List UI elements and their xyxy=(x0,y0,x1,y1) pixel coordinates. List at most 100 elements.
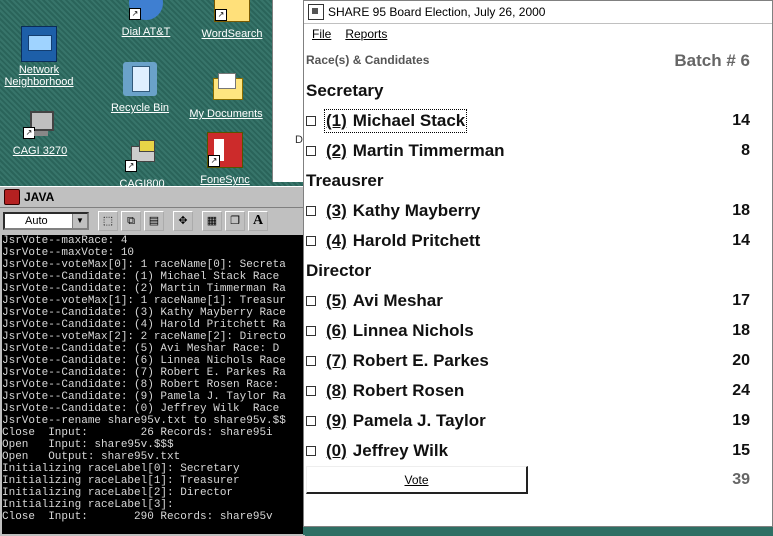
console-line: Initializing raceLabel[1]: Treasurer xyxy=(2,475,240,487)
console-line: JsrVote--voteMax[0]: 1 raceName[0]: Secr… xyxy=(2,259,286,271)
paste-icon[interactable]: ▤ xyxy=(144,211,164,231)
icon-label: WordSearch xyxy=(201,28,263,40)
console-line: JsrVote--Candidate: (5) Avi Meshar Race:… xyxy=(2,343,280,355)
menu-file[interactable]: File xyxy=(312,27,331,41)
candidate-name: Jeffrey Wilk xyxy=(352,441,449,460)
chevron-down-icon[interactable]: ▼ xyxy=(72,214,87,228)
console-line: JsrVote--Candidate: (4) Harold Pritchett… xyxy=(2,319,286,331)
desktop-icon-dial-att[interactable]: ↗ Dial AT&T xyxy=(104,0,188,40)
candidate-number: (4) xyxy=(326,231,347,250)
java-titlebar[interactable]: JAVA xyxy=(0,187,305,207)
checkbox-icon[interactable] xyxy=(306,296,316,306)
candidate-count: 19 xyxy=(732,412,750,429)
candidate-count: 8 xyxy=(741,142,750,159)
candidate-name: Kathy Mayberry xyxy=(352,201,481,220)
wordsearch-icon: ↗ xyxy=(214,0,250,22)
candidate-number: (0) xyxy=(326,441,347,460)
copy-icon[interactable]: ⧉ xyxy=(121,211,141,231)
recycle-bin-icon xyxy=(123,62,157,96)
candidate-count: 15 xyxy=(732,442,750,459)
icon-label: CAGI 3270 xyxy=(12,145,68,157)
desktop-icon-my-documents[interactable]: My Documents xyxy=(184,68,268,122)
console-line: Close Input: 290 Records: share95v xyxy=(2,511,273,523)
console-line: JsrVote--Candidate: (9) Pamela J. Taylor… xyxy=(2,391,286,403)
checkbox-icon[interactable] xyxy=(306,386,316,396)
checkbox-icon[interactable] xyxy=(306,116,316,126)
menu-bar: File Reports xyxy=(304,24,772,44)
candidate-checkbox[interactable]: (6) Linnea Nichols xyxy=(306,319,474,343)
console-output[interactable]: JsrVote--maxRace: 4 JsrVote--maxVote: 10 J… xyxy=(2,235,303,534)
candidate-number: (9) xyxy=(326,411,347,430)
checkbox-icon[interactable] xyxy=(306,326,316,336)
candidate-checkbox[interactable]: (8) Robert Rosen xyxy=(306,379,464,403)
candidate-checkbox[interactable]: (2) Martin Timmerman xyxy=(306,139,505,163)
mark-icon[interactable]: ⬚ xyxy=(98,211,118,231)
desktop-icon-fonesync[interactable]: ↗ FoneSync xyxy=(183,132,267,188)
candidate-name: Harold Pritchett xyxy=(352,231,481,250)
java-app-icon xyxy=(4,189,20,205)
computer-icon: ↗ xyxy=(23,105,57,139)
checkbox-icon[interactable] xyxy=(306,206,316,216)
candidate-checkbox[interactable]: (3) Kathy Mayberry xyxy=(306,199,480,223)
candidate-count: 18 xyxy=(732,202,750,219)
candidate-name: Avi Meshar xyxy=(352,291,443,310)
desktop: ↗ Dial AT&T ↗ WordSearch Network Neighbo… xyxy=(0,0,305,190)
java-console-window[interactable]: JAVA Auto ▼ ⬚ ⧉ ▤ ✥ ▦ ❐ A JsrVote--maxRa… xyxy=(0,186,305,536)
election-title: SHARE 95 Board Election, July 26, 2000 xyxy=(328,5,546,19)
icon-label: FoneSync xyxy=(200,174,250,186)
candidate-checkbox[interactable]: (4) Harold Pritchett xyxy=(306,229,480,253)
candidate-name: Robert Rosen xyxy=(352,381,465,400)
desktop-icon-recycle-bin[interactable]: Recycle Bin xyxy=(98,62,182,116)
candidate-number: (8) xyxy=(326,381,347,400)
desktop-icon-cagi3270[interactable]: ↗ CAGI 3270 xyxy=(0,105,82,159)
fullscreen-icon[interactable]: ✥ xyxy=(173,211,193,231)
console-line: Initializing raceLabel[0]: Secretary xyxy=(2,463,240,475)
candidate-number: (5) xyxy=(326,291,347,310)
font-size-combo[interactable]: Auto ▼ xyxy=(3,212,89,230)
candidate-number: (2) xyxy=(326,141,347,160)
menu-reports[interactable]: Reports xyxy=(345,27,387,41)
desktop-icon-cagi800[interactable]: ↗ CAGI800 xyxy=(100,138,184,192)
race-title: Treausrer xyxy=(306,171,384,190)
vote-total: 39 xyxy=(732,471,750,488)
background-icon[interactable]: ❐ xyxy=(225,211,245,231)
properties-icon[interactable]: ▦ xyxy=(202,211,222,231)
checkbox-icon[interactable] xyxy=(306,146,316,156)
candidate-count: 24 xyxy=(732,382,750,399)
desktop-strip xyxy=(303,527,773,535)
console-line: JsrVote--Candidate: (3) Kathy Mayberry R… xyxy=(2,307,286,319)
race-title: Secretary xyxy=(306,81,384,100)
desktop-icon-wordsearch[interactable]: ↗ WordSearch xyxy=(190,0,274,42)
candidate-checkbox[interactable]: (1) Michael Stack xyxy=(306,109,468,133)
candidate-name: Linnea Nichols xyxy=(352,321,474,340)
desktop-icon-network[interactable]: Network Neighborhood xyxy=(0,26,81,90)
election-window[interactable]: SHARE 95 Board Election, July 26, 2000 F… xyxy=(303,0,773,527)
console-line: Open Input: share95v.$$$ xyxy=(2,439,174,451)
console-line: JsrVote--voteMax[2]: 2 raceName[2]: Dire… xyxy=(2,331,286,343)
console-line: JsrVote--maxVote: 10 xyxy=(2,247,135,259)
console-line: JsrVote--voteMax[1]: 1 raceName[1]: Trea… xyxy=(2,295,286,307)
font-icon[interactable]: A xyxy=(248,211,268,231)
candidate-name: Martin Timmerman xyxy=(352,141,505,160)
font-size-value: Auto xyxy=(25,215,48,227)
candidate-number: (7) xyxy=(326,351,347,370)
races-candidates-heading: Race(s) & Candidates xyxy=(306,53,430,67)
network-neighborhood-icon xyxy=(21,26,57,62)
console-line: JsrVote--maxRace: 4 xyxy=(2,235,128,247)
checkbox-icon[interactable] xyxy=(306,356,316,366)
candidate-count: 18 xyxy=(732,322,750,339)
batch-label: Batch # 6 xyxy=(674,51,750,70)
vote-button[interactable]: Vote xyxy=(306,466,528,494)
checkbox-icon[interactable] xyxy=(306,446,316,456)
java-toolbar: Auto ▼ ⬚ ⧉ ▤ ✥ ▦ ❐ A xyxy=(0,207,305,234)
background-window[interactable]: Di xyxy=(272,0,305,182)
candidate-checkbox[interactable]: (9) Pamela J. Taylor xyxy=(306,409,486,433)
election-titlebar[interactable]: SHARE 95 Board Election, July 26, 2000 xyxy=(304,1,772,24)
candidate-checkbox[interactable]: (7) Robert E. Parkes xyxy=(306,349,489,373)
checkbox-icon[interactable] xyxy=(306,236,316,246)
candidate-checkbox[interactable]: (0) Jeffrey Wilk xyxy=(306,439,448,463)
checkbox-icon[interactable] xyxy=(306,416,316,426)
java-title: JAVA xyxy=(24,190,55,204)
candidate-checkbox[interactable]: (5) Avi Meshar xyxy=(306,289,443,313)
console-line: JsrVote--Candidate: (0) Jeffrey Wilk Rac… xyxy=(2,403,280,415)
